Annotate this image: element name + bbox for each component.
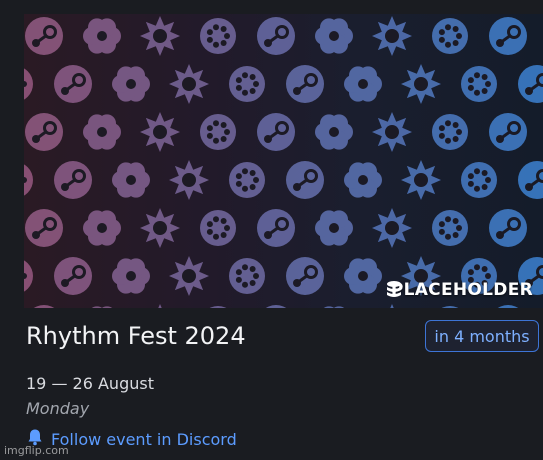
watermark: imgflip.com [4,444,69,457]
event-weekday: Monday [26,399,90,418]
event-dates: 19 — 26 August [26,374,154,393]
follow-label: Follow event in Discord [51,429,237,449]
countdown-badge[interactable]: in 4 months [425,320,539,352]
placeholder-badge: PLACEHOLDER [385,280,533,300]
placeholder-label: PLACEHOLDER [390,280,533,300]
event-title: Rhythm Fest 2024 [26,322,246,350]
event-card: PLACEHOLDER Rhythm Fest 2024 in 4 months… [0,0,543,460]
event-banner[interactable]: PLACEHOLDER [24,14,543,308]
banner-pattern [24,16,543,308]
